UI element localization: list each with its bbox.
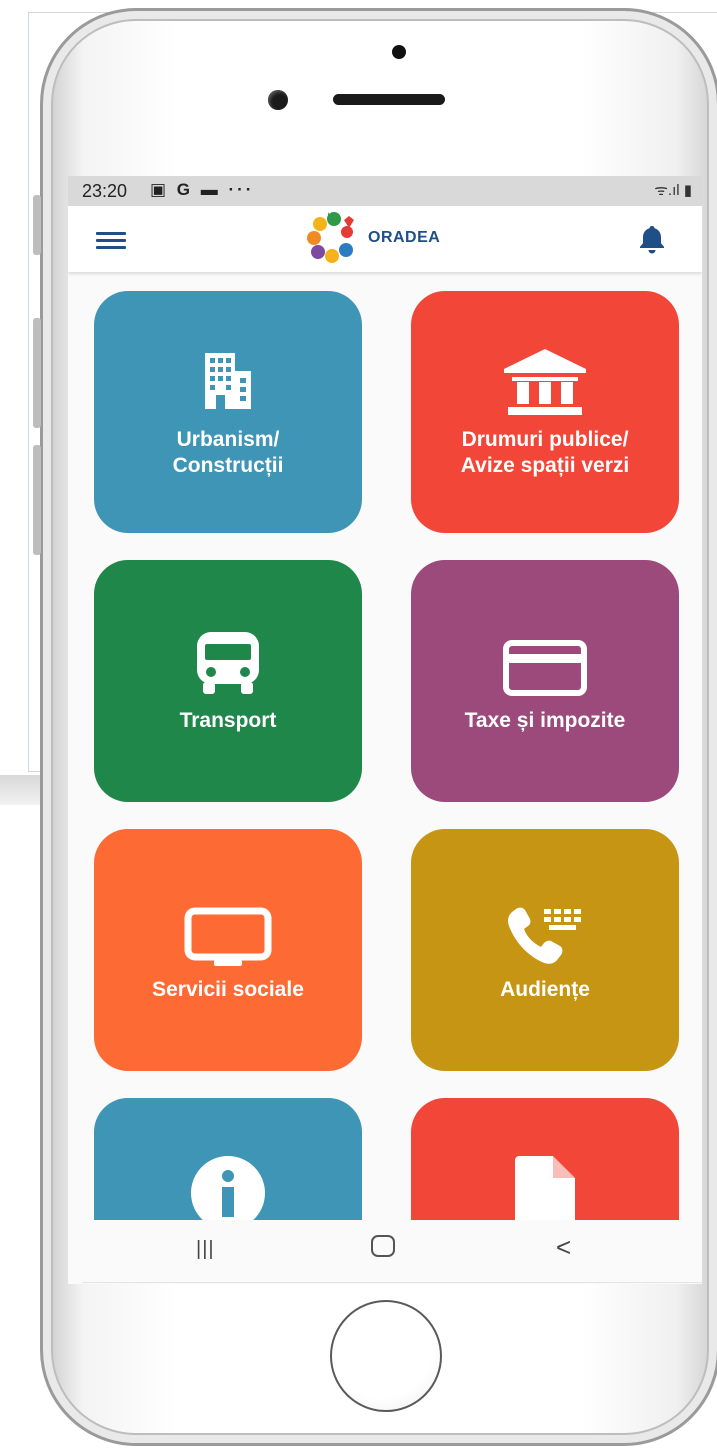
tile-audiente[interactable]: Audiențe	[411, 829, 679, 1071]
home-button[interactable]	[330, 1300, 442, 1412]
tile-label: Transport	[179, 709, 277, 732]
volume-up-button	[33, 318, 41, 428]
side-button	[33, 195, 41, 255]
tile-label: Taxe și impozite	[464, 709, 626, 732]
bell-icon[interactable]	[638, 224, 666, 254]
tile-servicii-sociale[interactable]: Servicii sociale	[94, 829, 362, 1071]
home-nav-button[interactable]	[370, 1234, 396, 1263]
volume-down-button	[33, 445, 41, 555]
front-camera	[268, 90, 288, 110]
phone-screen: 23:20 ▣ G ▬ ··· ᯤ.ıl ▮ ORADEA Urbanism/ …	[68, 176, 702, 1284]
sensor-dot	[392, 45, 406, 59]
phone-keypad-icon	[508, 907, 581, 964]
institution-icon	[504, 349, 586, 415]
tile-label-line2: Avize spații verzi	[460, 454, 630, 477]
tile-urbanism[interactable]: Urbanism/ Construcții	[94, 291, 362, 533]
notification-icons: ▣ G ▬ ···	[150, 180, 255, 199]
status-bar: 23:20 ▣ G ▬ ··· ᯤ.ıl ▮	[68, 176, 702, 206]
status-time: 23:20	[82, 181, 128, 201]
earpiece-speaker	[333, 94, 445, 105]
oradea-logo: ORADEA	[300, 210, 440, 266]
tile-transport[interactable]: Transport	[94, 560, 362, 802]
logo-wordmark: ORADEA	[368, 229, 441, 246]
tile-taxe-impozite[interactable]: Taxe și impozite	[411, 560, 679, 802]
tile-label-line1: Drumuri publice/	[461, 428, 629, 451]
tile-label: Servicii sociale	[152, 978, 304, 1001]
info-icon	[191, 1156, 265, 1230]
oradea-logo-icon	[307, 212, 354, 263]
tile-drumuri-publice[interactable]: Drumuri publice/ Avize spații verzi	[411, 291, 679, 533]
tile-label-line1: Urbanism/	[176, 428, 280, 451]
buildings-icon	[205, 353, 251, 409]
hamburger-menu-icon[interactable]	[96, 232, 126, 250]
credit-card-icon	[503, 640, 587, 696]
signal-battery-icons: ᯤ.ıl ▮	[654, 182, 692, 199]
bus-icon	[197, 632, 259, 694]
home-square-icon	[371, 1235, 395, 1257]
monitor-icon	[184, 907, 272, 966]
recents-button[interactable]: |||	[196, 1238, 215, 1261]
app-bar: ORADEA	[68, 206, 702, 272]
tile-label: Audiențe	[500, 978, 590, 1001]
screen-bottom-divider	[82, 1282, 702, 1283]
back-button[interactable]: <	[556, 1232, 571, 1263]
android-nav-bar: ||| <	[68, 1220, 702, 1284]
tile-label-line2: Construcții	[172, 454, 284, 477]
